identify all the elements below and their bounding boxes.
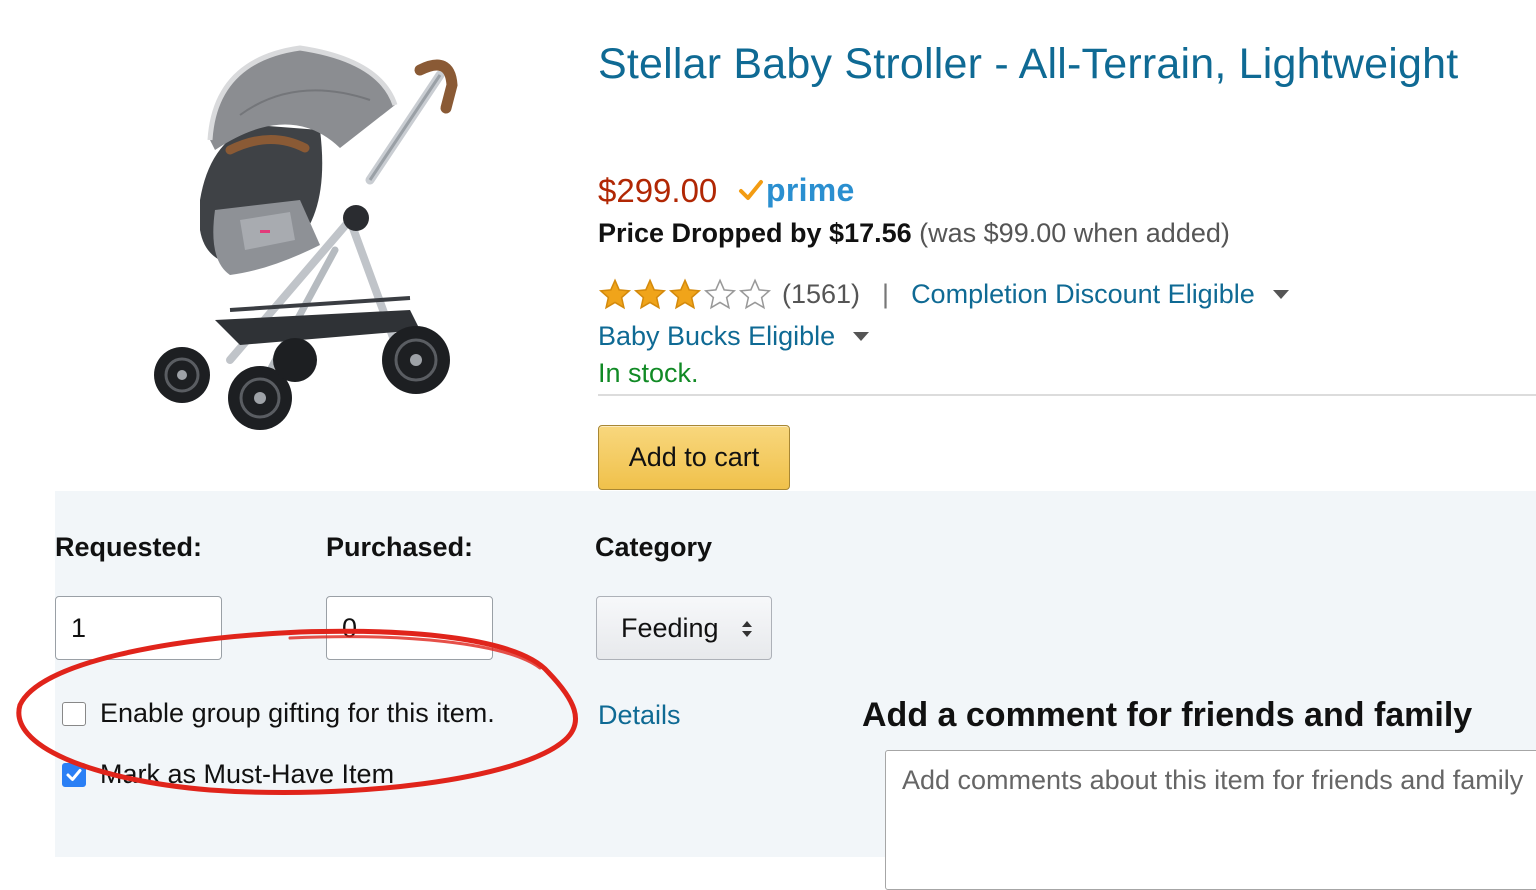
purchased-quantity-input[interactable]: 0	[326, 596, 493, 660]
star-filled-icon	[668, 278, 702, 310]
star-empty-icon	[703, 278, 737, 310]
prime-check-icon	[739, 180, 763, 200]
baby-bucks-dropdown-icon[interactable]	[853, 331, 870, 341]
purchased-label: Purchased:	[326, 532, 474, 562]
comment-heading: Add a comment for friends and family	[862, 696, 1473, 734]
completion-discount-link[interactable]: Completion Discount Eligible	[911, 279, 1255, 310]
group-gifting-label: Enable group gifting for this item.	[100, 698, 495, 728]
stroller-product-image[interactable]	[120, 30, 480, 440]
add-to-cart-button[interactable]: Add to cart	[598, 425, 790, 490]
category-select[interactable]: Feeding	[596, 596, 772, 660]
product-price: $299.00	[598, 172, 718, 209]
product-title-link[interactable]: Stellar Baby Stroller - All-Terrain, Lig…	[598, 40, 1458, 89]
stock-status: In stock.	[598, 358, 699, 388]
separator: |	[882, 278, 890, 309]
checkmark-icon	[66, 769, 82, 781]
category-select-value: Feeding	[621, 612, 719, 643]
prime-badge: prime	[738, 170, 855, 210]
baby-bucks-link[interactable]: Baby Bucks Eligible	[598, 321, 835, 352]
prime-label: prime	[766, 171, 855, 208]
completion-discount-dropdown-icon[interactable]	[1272, 289, 1289, 299]
group-gifting-checkbox[interactable]	[62, 702, 86, 726]
requested-label: Requested:	[55, 532, 203, 562]
details-link[interactable]: Details	[598, 700, 681, 731]
category-label: Category	[595, 532, 713, 562]
comment-textarea[interactable]: Add comments about this item for friends…	[885, 750, 1536, 890]
price-was-note: (was $99.00 when added)	[919, 218, 1230, 248]
requested-quantity-input[interactable]: 1	[55, 596, 222, 660]
review-count-link[interactable]: (1561)	[782, 279, 860, 310]
price-drop-line: Price Dropped by $17.56 (was $99.00 when…	[598, 218, 1230, 249]
rating-row: (1561) | Completion Discount Eligible	[598, 276, 1289, 312]
must-have-label: Mark as Must-Have Item	[100, 759, 395, 789]
price-drop-label: Price Dropped by $17.56	[598, 218, 912, 248]
star-rating[interactable]	[598, 278, 772, 310]
select-arrows-icon	[742, 621, 752, 637]
must-have-checkbox[interactable]	[62, 763, 86, 787]
baby-bucks-row: Baby Bucks Eligible	[598, 318, 870, 354]
star-empty-icon	[738, 278, 772, 310]
divider	[598, 394, 1536, 396]
star-filled-icon	[633, 278, 667, 310]
star-filled-icon	[598, 278, 632, 310]
